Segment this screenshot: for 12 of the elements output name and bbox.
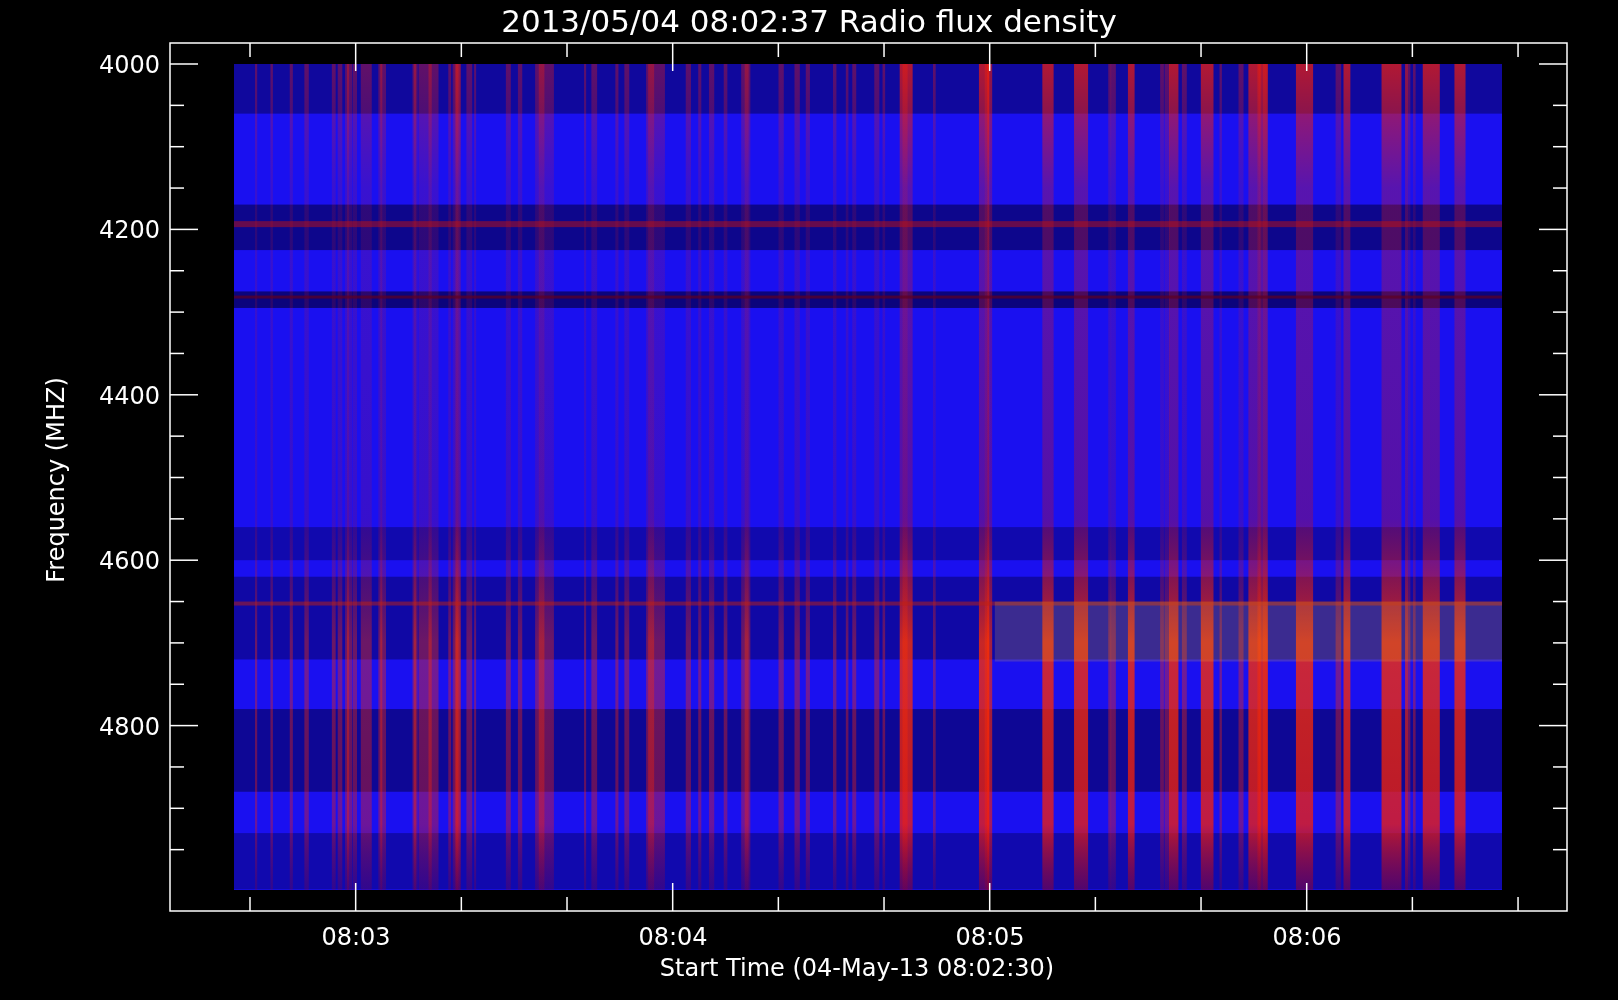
- y-tick-label: 4600: [98, 547, 160, 576]
- y-tick-label: 4200: [98, 216, 160, 245]
- x-tick-label: 08:05: [955, 923, 1025, 951]
- y-tick-label: 4400: [98, 381, 160, 410]
- x-tick-label: 08:04: [638, 923, 708, 951]
- x-tick-label: 08:06: [1272, 923, 1342, 951]
- x-tick-label: 08:03: [321, 923, 391, 951]
- y-tick-label: 4000: [98, 51, 160, 79]
- x-axis-label: Start Time (04-May-13 08:02:30): [659, 954, 1055, 982]
- y-tick-label: 4800: [98, 712, 160, 741]
- y-axis-label: Frequency (MHZ): [42, 377, 70, 583]
- chart-title: 2013/05/04 08:02:37 Radio flux density: [501, 3, 1117, 39]
